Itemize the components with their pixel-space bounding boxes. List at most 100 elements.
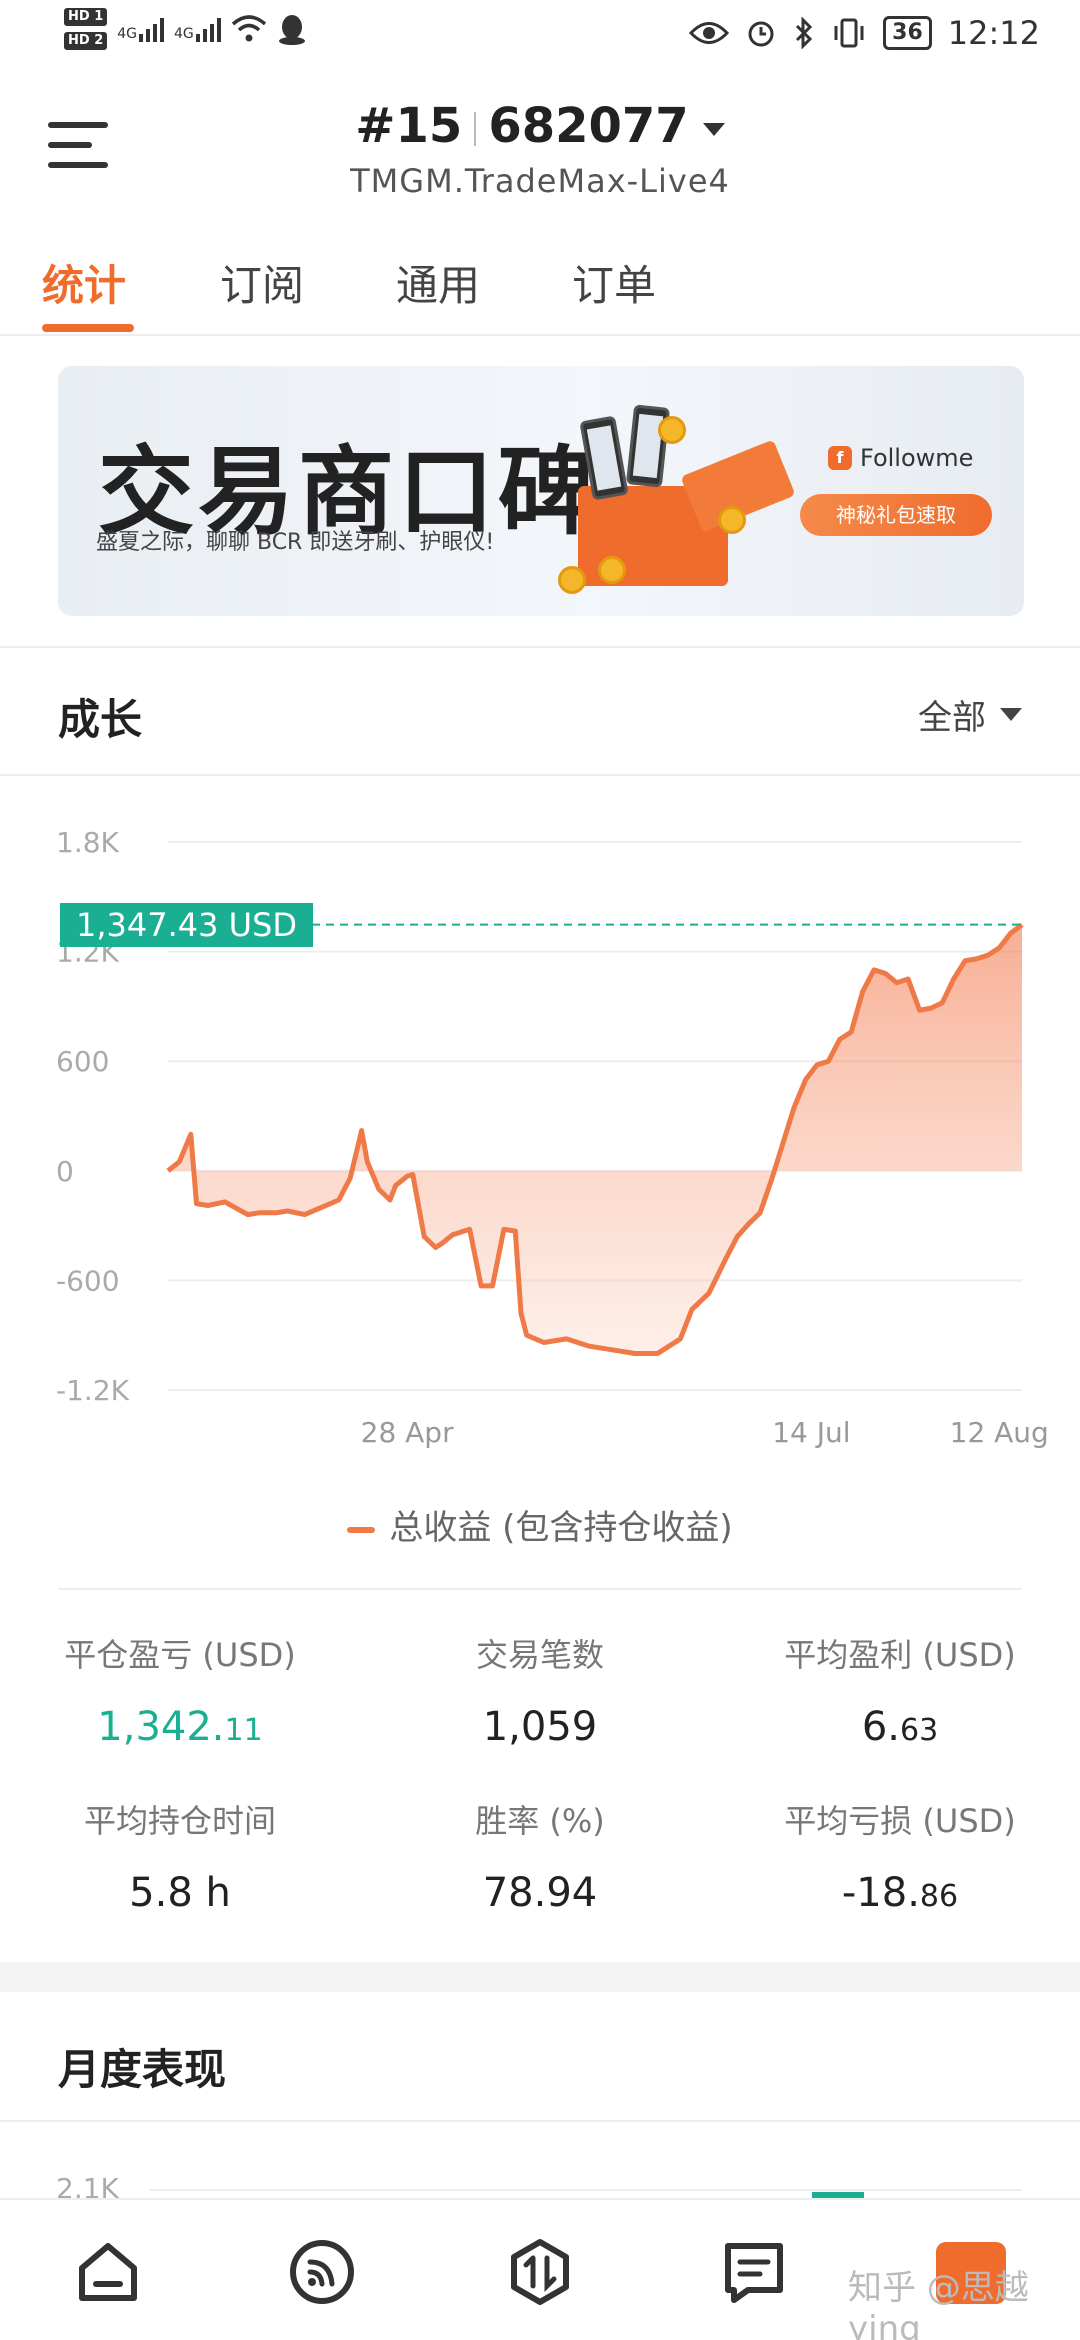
y-tick-label: -600 xyxy=(56,1264,120,1297)
banner-cta-button[interactable]: 神秘礼包速取 xyxy=(800,494,992,536)
stat-avg-hold-time: 平均持仓时间 5.8 h xyxy=(0,1796,360,1916)
home-icon xyxy=(79,2243,137,2301)
trade-icon xyxy=(511,2239,569,2305)
vibrate-icon xyxy=(834,18,864,48)
stat-avg-profit: 平均盈利 (USD) 6.63 xyxy=(720,1630,1080,1750)
tab-general[interactable]: 通用 xyxy=(396,252,480,313)
followme-mark-icon: f xyxy=(828,446,852,470)
signal-2: 4G xyxy=(174,16,221,42)
nav-trade[interactable] xyxy=(504,2236,576,2308)
caret-down-icon xyxy=(1000,708,1022,721)
phone-image xyxy=(625,404,671,488)
banner-subtitle: 盛夏之际，聊聊 BCR 即送牙刷、护眼仪! xyxy=(96,530,495,555)
sim1-badge: HD 1 xyxy=(64,8,108,26)
tab-orders[interactable]: 订单 xyxy=(572,252,656,313)
range-dropdown[interactable]: 全部 xyxy=(918,690,1022,739)
eye-icon xyxy=(689,22,730,44)
account-number: 682077 xyxy=(488,98,689,154)
followme-brand: Followme xyxy=(860,444,974,472)
signal-1: 4G xyxy=(117,16,165,42)
x-tick-label: 28 Apr xyxy=(361,1416,454,1449)
qq-icon xyxy=(278,15,305,45)
chevron-down-icon xyxy=(702,122,725,136)
stat-value: 78.94 xyxy=(360,1870,720,1916)
wifi-icon xyxy=(231,15,266,42)
battery-indicator: 36 xyxy=(883,16,932,50)
message-icon xyxy=(725,2243,783,2303)
stat-value: 1,059 xyxy=(360,1704,720,1750)
section-divider xyxy=(0,774,1080,776)
monthly-chart-peek: 2.1K xyxy=(56,2172,1022,2200)
stat-value-decimals: 11 xyxy=(224,1713,263,1748)
range-label: 全部 xyxy=(918,698,986,738)
stat-win-rate: 胜率 (%) 78.94 xyxy=(360,1796,720,1916)
coin-image xyxy=(598,556,626,584)
stat-label: 交易笔数 xyxy=(475,1636,604,1674)
stat-value-main: 1,342. xyxy=(97,1704,225,1750)
promo-banner[interactable]: 交易商口碑 盛夏之际，聊聊 BCR 即送牙刷、护眼仪! f Followme 神… xyxy=(58,366,1024,616)
sim2-badge: HD 2 xyxy=(64,32,108,50)
legend-swatch xyxy=(347,1526,376,1533)
bluetooth-icon xyxy=(796,17,813,49)
stat-value: 1,342.11 xyxy=(0,1704,360,1750)
section-gap xyxy=(0,1962,1080,1992)
growth-title: 成长 xyxy=(58,695,143,744)
stat-value: -18.86 xyxy=(720,1870,1080,1916)
account-selector[interactable]: #15 682077 xyxy=(0,98,1080,154)
clock: 12:12 xyxy=(947,14,1040,52)
app-header: #15 682077 TMGM.TradeMax-Live4 xyxy=(0,90,1080,210)
signal-bars-icon xyxy=(195,16,221,42)
coin-image xyxy=(558,566,586,594)
y-tick-label: 1.8K xyxy=(56,826,120,859)
sim-indicators: HD 1 HD 2 xyxy=(64,8,108,50)
signal-bars-icon xyxy=(139,16,165,42)
section-divider xyxy=(0,2120,1080,2122)
account-rank: #15 xyxy=(355,98,463,154)
stat-label: 平仓盈亏 (USD) xyxy=(64,1636,296,1674)
series-area xyxy=(168,924,1022,1354)
bottom-nav: 知乎 @思越ying xyxy=(0,2198,1080,2340)
stat-value-main: 5.8 h xyxy=(129,1870,231,1916)
separator xyxy=(474,112,477,146)
nav-messages[interactable] xyxy=(718,2236,790,2308)
tab-subscriptions[interactable]: 订阅 xyxy=(220,252,304,313)
growth-chart-svg: 1.8K1.2K6000-600-1.2K28 Apr 14 Jul 12 Aug xyxy=(56,826,1049,1449)
tab-active-indicator xyxy=(42,324,134,332)
growth-chart: 1.8K 1.2K 600 0 -600 -1.2K 28 Apr 14 Jul 12 Aug … xyxy=(0,790,1080,1490)
stat-value: 5.8 h xyxy=(0,1870,360,1916)
nav-home[interactable] xyxy=(72,2236,144,2308)
stat-value-decimals: 86 xyxy=(919,1879,959,1914)
stat-value-main: 6. xyxy=(861,1704,900,1750)
stat-label: 平均持仓时间 xyxy=(83,1802,276,1840)
watermark: 知乎 @思越ying xyxy=(848,2268,1029,2340)
x-tick-label: 12 Aug xyxy=(950,1416,1049,1449)
monthly-y-tick: 2.1K xyxy=(56,2172,120,2200)
stat-value-main: -18. xyxy=(841,1870,920,1916)
stat-value-decimals: 63 xyxy=(899,1713,939,1748)
status-right: 36 12:12 xyxy=(689,14,1040,52)
stat-label: 平均盈利 (USD) xyxy=(784,1636,1016,1674)
stat-label: 平均亏损 (USD) xyxy=(784,1802,1016,1840)
section-divider xyxy=(58,1588,1022,1590)
stat-closed-pnl: 平仓盈亏 (USD) 1,342.11 xyxy=(0,1630,360,1750)
stat-label: 胜率 (%) xyxy=(475,1802,605,1840)
nav-feed[interactable] xyxy=(286,2236,358,2308)
coin-image xyxy=(658,416,686,444)
stat-value-main: 1,059 xyxy=(482,1704,598,1750)
tab-statistics[interactable]: 统计 xyxy=(42,252,126,313)
stat-value: 6.63 xyxy=(720,1704,1080,1750)
monthly-title: 月度表现 xyxy=(58,2045,227,2094)
y-tick-label: -1.2K xyxy=(56,1374,130,1407)
x-tick-label: 14 Jul xyxy=(772,1416,850,1449)
stat-value-main: 78.94 xyxy=(482,1870,598,1916)
chart-legend: 总收益 (包含持仓收益) xyxy=(0,1500,1080,1549)
y-tick-label: 600 xyxy=(56,1045,109,1078)
alarm-icon xyxy=(748,21,774,47)
net-type-1: 4G xyxy=(117,26,138,42)
y-tick-label: 0 xyxy=(56,1155,74,1188)
coin-image xyxy=(718,506,746,534)
signal-feed-icon xyxy=(290,2240,354,2304)
status-bar: HD 1 HD 2 4G 4G 36 12:12 xyxy=(0,0,1080,76)
section-divider xyxy=(0,646,1080,648)
legend-label: 总收益 (包含持仓收益) xyxy=(389,1508,733,1548)
